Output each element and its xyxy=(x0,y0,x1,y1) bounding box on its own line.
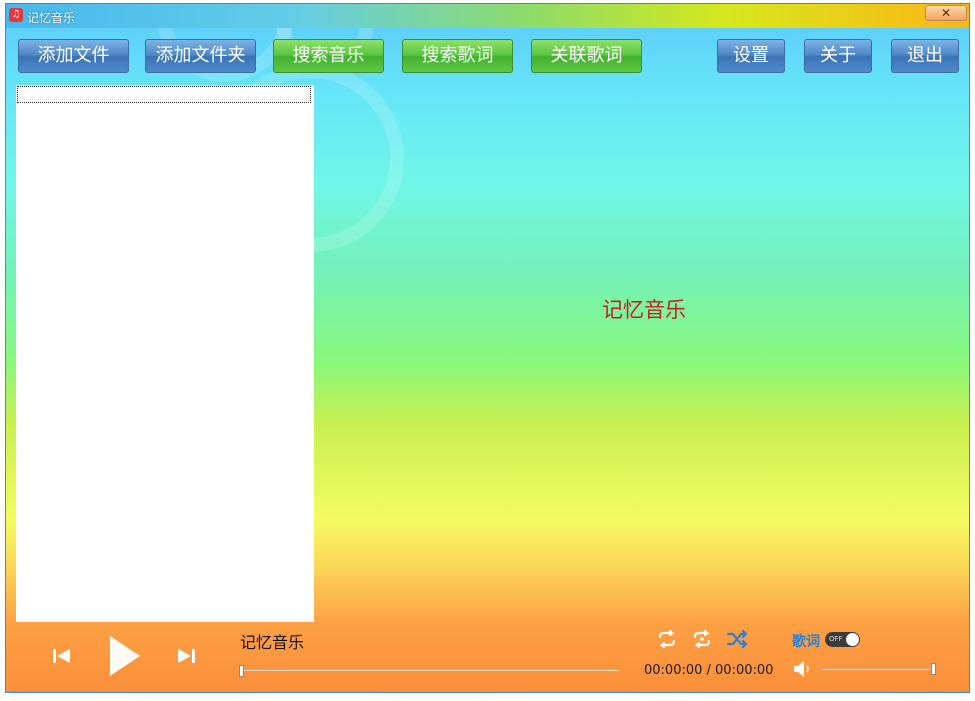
volume-track[interactable] xyxy=(822,668,934,670)
close-button[interactable]: ✕ xyxy=(925,5,967,21)
link-lyrics-button[interactable]: 关联歌词 xyxy=(531,39,642,73)
exit-button[interactable]: 退出 xyxy=(891,39,959,73)
add-file-button[interactable]: 添加文件 xyxy=(18,39,129,73)
music-app-icon: ♫ xyxy=(9,8,23,22)
display-title: 记忆音乐 xyxy=(602,298,686,322)
lyrics-toggle[interactable]: OFF xyxy=(825,632,860,647)
repeat-all-icon[interactable] xyxy=(691,630,713,648)
playlist-row[interactable] xyxy=(17,86,311,103)
title-bar[interactable]: ♫ 记忆音乐 ✕ xyxy=(6,4,969,28)
volume-icon[interactable] xyxy=(792,660,812,678)
progress-track[interactable] xyxy=(240,669,618,671)
shuffle-icon[interactable] xyxy=(726,630,748,648)
add-folder-button[interactable]: 添加文件夹 xyxy=(145,39,256,73)
lyrics-toggle-knob xyxy=(846,633,859,646)
playlist-panel[interactable] xyxy=(16,85,314,622)
repeat-one-icon[interactable] xyxy=(656,630,678,648)
settings-button[interactable]: 设置 xyxy=(717,39,785,73)
lyrics-label: 歌词 xyxy=(792,634,820,650)
play-icon[interactable] xyxy=(106,632,144,680)
time-display: 00:00:00 / 00:00:00 xyxy=(644,663,774,678)
volume-knob[interactable] xyxy=(931,663,936,675)
search-lyrics-button[interactable]: 搜索歌词 xyxy=(402,39,513,73)
about-button[interactable]: 关于 xyxy=(804,39,872,73)
main-window: ♫ 记忆音乐 ✕ 添加文件 添加文件夹 搜索音乐 搜索歌词 关联歌词 设置 关于… xyxy=(5,3,970,693)
close-icon: ✕ xyxy=(940,6,952,20)
window-title: 记忆音乐 xyxy=(27,11,76,25)
song-title: 记忆音乐 xyxy=(240,633,305,652)
previous-icon[interactable] xyxy=(50,644,74,668)
search-music-button[interactable]: 搜索音乐 xyxy=(273,39,384,73)
lyrics-toggle-state: OFF xyxy=(829,635,843,643)
next-icon[interactable] xyxy=(174,644,198,668)
progress-knob[interactable] xyxy=(239,665,244,677)
